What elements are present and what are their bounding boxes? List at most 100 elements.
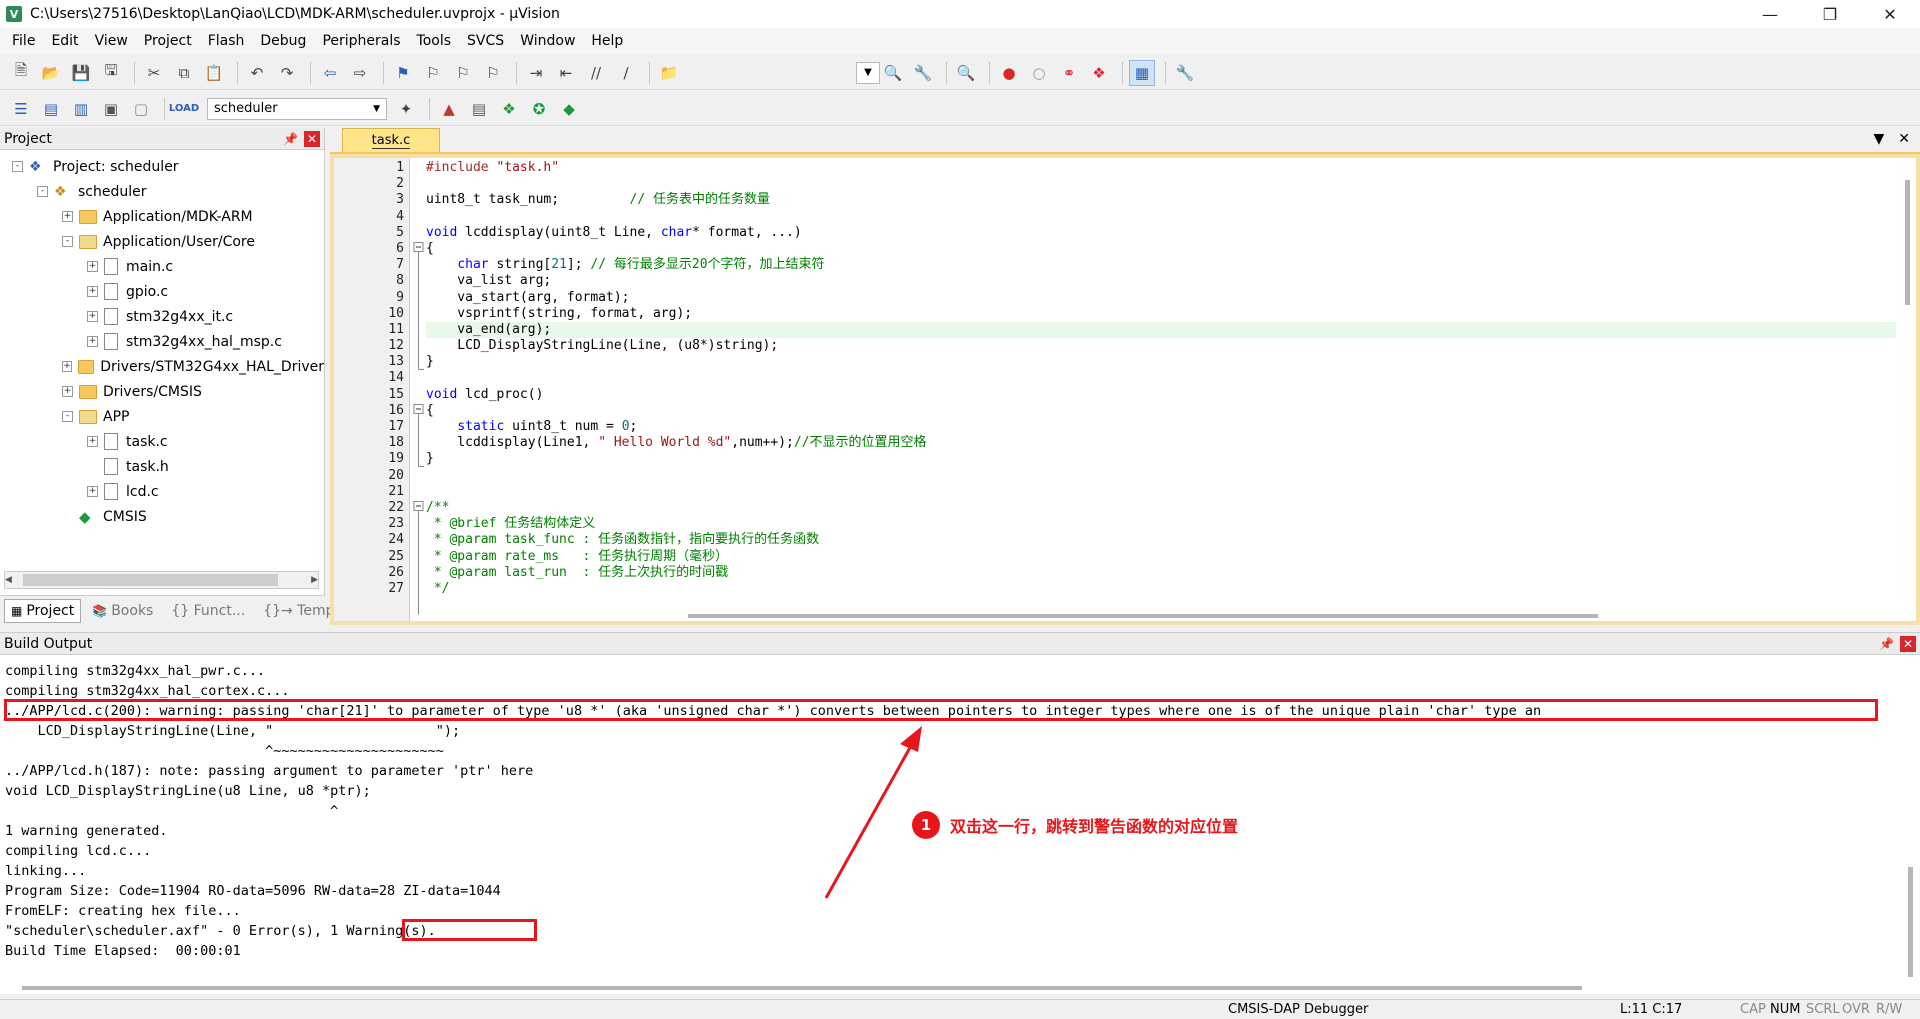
- code-line[interactable]: 18 lcddisplay(Line1, " Hello World %d",n…: [388, 435, 1896, 451]
- pin-icon[interactable]: 📌: [283, 132, 298, 146]
- tree-item[interactable]: task.h: [0, 454, 324, 479]
- menu-help[interactable]: Help: [583, 33, 631, 49]
- build-output-line[interactable]: LCD_DisplayStringLine(Line, " ");: [5, 721, 1541, 741]
- code-line[interactable]: 8 va_list arg;: [396, 273, 1896, 289]
- tree-item[interactable]: + Application/MDK-ARM: [0, 204, 324, 229]
- build-output-line[interactable]: ^~~~~~~~~~~~~~~~~~~~~~: [5, 741, 1541, 761]
- scroll-left-icon[interactable]: ◀: [5, 575, 12, 585]
- build-output-line[interactable]: Program Size: Code=11904 RO-data=5096 RW…: [5, 881, 1541, 901]
- manage-project-items-icon[interactable]: ▲: [436, 96, 462, 122]
- expand-icon[interactable]: +: [62, 386, 73, 397]
- select-packs-icon[interactable]: ❖: [496, 96, 522, 122]
- copy-icon[interactable]: ⧉: [171, 60, 197, 86]
- bookmark-prev-icon[interactable]: ⚐: [420, 60, 446, 86]
- code-line[interactable]: 5 void lcddisplay(uint8_t Line, char* for…: [396, 225, 1896, 241]
- expand-icon[interactable]: +: [87, 486, 98, 497]
- tree-item[interactable]: + gpio.c: [0, 279, 324, 304]
- collapse-icon[interactable]: -: [62, 236, 73, 247]
- code-line[interactable]: 10 vsprintf(string, format, arg);: [388, 306, 1896, 322]
- code-line[interactable]: 9 va_start(arg, format);: [396, 290, 1896, 306]
- debug-session-icon[interactable]: 🔍: [953, 60, 979, 86]
- translate-icon[interactable]: ☰: [8, 96, 34, 122]
- expand-icon[interactable]: +: [87, 311, 98, 322]
- code-line[interactable]: 24 * @param task_func : 任务函数指针，指向要执行的任务函…: [388, 532, 1896, 548]
- build-output-line[interactable]: 1 warning generated.: [5, 821, 1541, 841]
- target-select[interactable]: scheduler ▼: [207, 97, 387, 120]
- tree-item[interactable]: + task.c: [0, 429, 324, 454]
- code-horizontal-scrollbar[interactable]: [358, 611, 1598, 621]
- close-pane-icon[interactable]: ✕: [1900, 635, 1916, 652]
- tab-books[interactable]: 📚 Books: [85, 599, 160, 623]
- bookmark-next-icon[interactable]: ⚐: [450, 60, 476, 86]
- redo-icon[interactable]: ↷: [274, 60, 300, 86]
- build-output-line[interactable]: compiling stm32g4xx_hal_pwr.c...: [5, 661, 1541, 681]
- tree-item[interactable]: + stm32g4xx_hal_msp.c: [0, 329, 324, 354]
- menu-edit[interactable]: Edit: [43, 33, 86, 49]
- expand-icon[interactable]: +: [87, 286, 98, 297]
- collapse-icon[interactable]: -: [62, 411, 73, 422]
- code-line[interactable]: 6{: [396, 241, 1896, 257]
- code-line[interactable]: 12 LCD_DisplayStringLine(Line, (u8*)stri…: [388, 338, 1896, 354]
- navigate-forward-icon[interactable]: ⇨: [347, 60, 373, 86]
- close-pane-icon[interactable]: ✕: [304, 130, 320, 147]
- expand-icon[interactable]: +: [62, 211, 73, 222]
- menu-project[interactable]: Project: [136, 33, 200, 49]
- uncomment-icon[interactable]: ∕: [613, 60, 639, 86]
- code-line[interactable]: 17 static uint8_t num = 0;: [388, 419, 1896, 435]
- expand-icon[interactable]: +: [87, 261, 98, 272]
- code-line[interactable]: 25 * @param rate_ms : 任务执行周期（毫秒）: [388, 549, 1896, 565]
- code-line[interactable]: 21: [388, 484, 1896, 500]
- navigate-back-icon[interactable]: ⇦: [317, 60, 343, 86]
- menu-flash[interactable]: Flash: [200, 33, 253, 49]
- tree-item[interactable]: - APP: [0, 404, 324, 429]
- components-icon[interactable]: ◆: [556, 96, 582, 122]
- close-window-icon[interactable]: ✕: [1860, 0, 1920, 28]
- tree-item[interactable]: + main.c: [0, 254, 324, 279]
- code-line[interactable]: 23 * @brief 任务结构体定义: [388, 516, 1896, 532]
- expand-icon[interactable]: +: [87, 436, 98, 447]
- build-output-line[interactable]: void LCD_DisplayStringLine(u8 Line, u8 *…: [5, 781, 1541, 801]
- build-output-line[interactable]: linking...: [5, 861, 1541, 881]
- menu-svcs[interactable]: SVCS: [459, 33, 512, 49]
- save-all-icon[interactable]: 🖫: [98, 60, 124, 86]
- code-editor[interactable]: 1 #include "task.h" 2 3 uint8_t task_num; //…: [334, 158, 1916, 621]
- tab-list-dropdown-icon[interactable]: ▼: [1873, 131, 1884, 147]
- tab-functions[interactable]: {} Funct...: [164, 599, 252, 623]
- code-line[interactable]: 14: [388, 370, 1896, 386]
- collapse-icon[interactable]: -: [37, 186, 48, 197]
- paste-icon[interactable]: 📋: [201, 60, 227, 86]
- breakpoint-disable-icon[interactable]: ○: [1026, 60, 1052, 86]
- cut-icon[interactable]: ✂: [141, 60, 167, 86]
- breakpoint-disable-all-icon[interactable]: ⚭: [1056, 60, 1082, 86]
- scrollbar-thumb[interactable]: [1905, 180, 1910, 305]
- code-line[interactable]: 2: [396, 176, 1896, 192]
- code-line[interactable]: 20: [388, 468, 1896, 484]
- undo-icon[interactable]: ↶: [244, 60, 270, 86]
- menu-debug[interactable]: Debug: [252, 33, 314, 49]
- manage-rte-icon[interactable]: ▤: [466, 96, 492, 122]
- code-line[interactable]: 19}: [388, 451, 1896, 467]
- menu-window[interactable]: Window: [512, 33, 583, 49]
- breakpoint-kill-all-icon[interactable]: ❖: [1086, 60, 1112, 86]
- open-file-icon[interactable]: 📂: [38, 60, 64, 86]
- code-line[interactable]: 26 * @param last_run : 任务上次执行的时间戳: [388, 565, 1896, 581]
- find-combo-dropdown[interactable]: ▼: [856, 61, 880, 84]
- code-line[interactable]: 1 #include "task.h": [396, 160, 1896, 176]
- code-line[interactable]: 27 */: [388, 581, 1896, 597]
- close-tab-icon[interactable]: ✕: [1898, 131, 1910, 147]
- target-options-icon[interactable]: ✦: [393, 96, 419, 122]
- build-horizontal-scrollbar[interactable]: [22, 986, 1582, 990]
- build-output-line[interactable]: Build Time Elapsed: 00:00:01: [5, 941, 1541, 961]
- download-icon[interactable]: LOAD: [169, 96, 199, 122]
- collapse-icon[interactable]: -: [12, 161, 23, 172]
- tree-item[interactable]: + stm32g4xx_it.c: [0, 304, 324, 329]
- new-file-icon[interactable]: 🗎: [8, 60, 34, 86]
- build-output-line[interactable]: compiling lcd.c...: [5, 841, 1541, 861]
- menu-file[interactable]: File: [4, 33, 43, 49]
- window-layout-icon[interactable]: ▦: [1129, 59, 1155, 86]
- code-line[interactable]: 16 {: [388, 403, 1896, 419]
- build-output-line[interactable]: "scheduler\scheduler.axf" - 0 Error(s), …: [5, 921, 1541, 941]
- scrollbar-thumb[interactable]: [1908, 867, 1913, 977]
- scroll-right-icon[interactable]: ▶: [311, 575, 318, 585]
- pin-icon[interactable]: 📌: [1879, 637, 1894, 651]
